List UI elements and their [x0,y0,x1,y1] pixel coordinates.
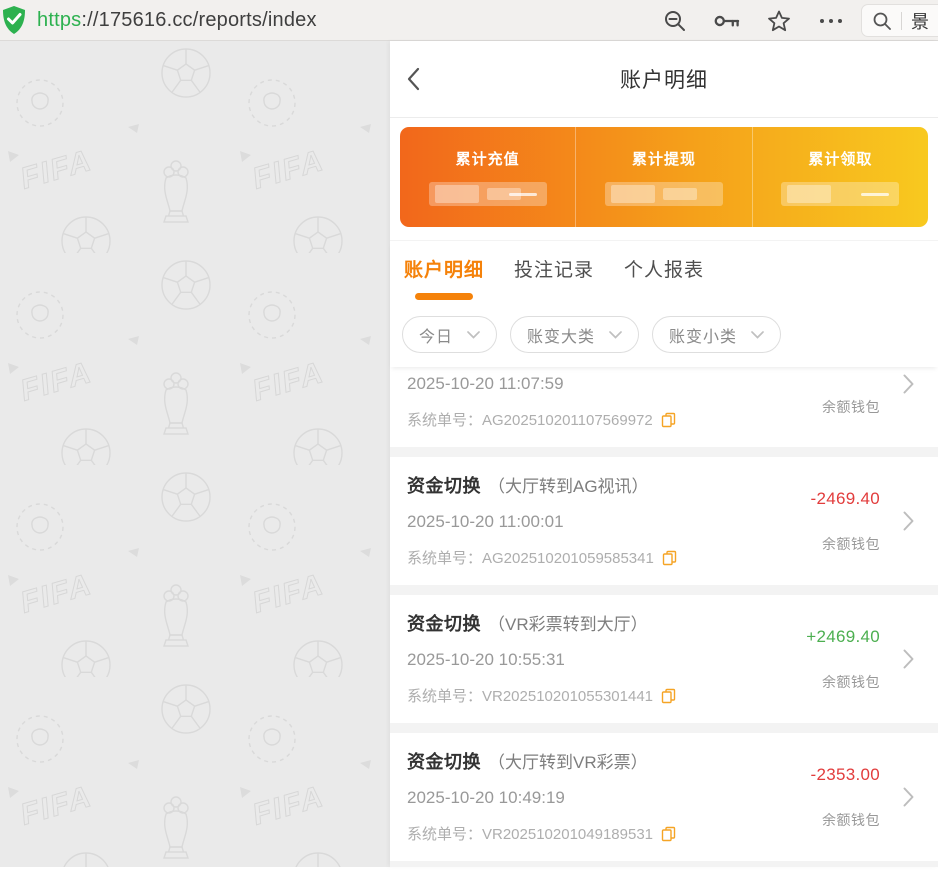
filter-major-category-dropdown[interactable]: 账变大类 [510,316,639,353]
filters-row: 今日 账变大类 账变小类 [390,300,938,367]
total-claim-label: 累计领取 [808,148,872,169]
copy-button[interactable] [661,826,676,842]
tabs-and-filters: 账户明细 投注记录 个人报表 今日 账变大类 账变小类 [390,240,938,367]
transaction-amount: -2469.40 [810,489,880,509]
order-number-text: 系统单号：AG202510201059585341 [407,547,654,568]
total-withdraw-label: 累计提现 [632,148,696,169]
key-icon[interactable] [714,8,740,34]
search-icon [872,11,892,31]
transaction-subtitle: （大厅转到VR彩票） [488,748,648,773]
copy-button[interactable] [661,412,676,428]
transaction-list: 2025-10-20 11:07:59 系统单号：AG2025102011075… [390,367,938,867]
order-number-text: 系统单号：VR202510201055301441 [407,685,653,706]
zoom-out-button[interactable] [662,8,688,34]
copy-button[interactable] [661,688,676,704]
transaction-right-column: -2353.00 余额钱包 [810,733,880,861]
copy-icon [661,688,676,704]
transaction-amount: +2025.40 [806,367,880,372]
transaction-wallet: 余额钱包 [822,810,880,830]
reports-panel: 账户明细 累计充值 累计提现 累计领取 账户明细 投注记录 [390,41,938,867]
bookmark-star-button[interactable] [766,8,792,34]
browser-address-bar[interactable]: https://175616.cc/reports/index 景 [0,0,938,41]
transaction-datetime: 2025-10-20 10:55:31 [407,650,828,670]
total-recharge-value-redacted [429,182,547,206]
order-number-text: 系统单号：VR202510201049189531 [407,823,653,844]
total-withdraw-value-redacted [605,182,723,206]
more-menu-button[interactable] [818,8,844,34]
chevron-down-icon [609,331,622,339]
copy-button[interactable] [662,550,677,566]
tab-bet-records[interactable]: 投注记录 [514,255,594,300]
transaction-subtitle: （大厅转到AG视讯） [488,472,649,497]
transaction-row[interactable]: 2025-10-20 11:07:59 系统单号：AG2025102011075… [390,367,938,447]
transaction-type: 资金切换 [407,472,481,498]
fifa-watermark-background: FIFA [0,41,390,867]
chevron-right-icon [903,374,914,394]
transaction-right-column: +2469.40 余额钱包 [806,595,880,723]
chevron-down-icon [467,331,480,339]
order-number-text: 系统单号：AG202510201107569972 [407,409,653,430]
transaction-right-column: -2469.40 余额钱包 [810,457,880,585]
chevron-right-icon [903,787,914,807]
transaction-datetime: 2025-10-20 11:07:59 [407,374,828,394]
total-recharge-label: 累计充值 [456,148,520,169]
chevron-right-icon [903,649,914,669]
transaction-order-row: 系统单号：VR202510201055301441 [407,685,828,706]
total-claim-value-redacted [781,182,899,206]
transaction-row[interactable]: 资金切换 （VR彩票转到大厅） 2025-10-20 10:55:31 系统单号… [390,595,938,723]
transaction-wallet: 余额钱包 [822,534,880,554]
transaction-order-row: 系统单号：VR202510201049189531 [407,823,828,844]
transaction-datetime: 2025-10-20 10:49:19 [407,788,828,808]
search-keyword: 景 [911,8,929,34]
total-withdraw: 累计提现 [575,127,751,227]
transaction-datetime: 2025-10-20 11:00:01 [407,512,828,532]
copy-icon [661,826,676,842]
page-title: 账户明细 [620,64,708,94]
transaction-type: 资金切换 [407,610,481,636]
transaction-order-row: 系统单号：AG202510201059585341 [407,547,828,568]
transaction-title-row: 资金切换 （大厅转到AG视讯） [407,472,828,498]
chevron-down-icon [751,331,764,339]
transaction-row[interactable]: 资金切换 （大厅转到VR彩票） 2025-10-20 10:49:19 系统单号… [390,733,938,861]
total-claim: 累计领取 [752,127,928,227]
active-tab-underline [415,293,473,300]
transaction-wallet: 余额钱包 [822,672,880,692]
summary-section: 累计充值 累计提现 累计领取 [390,118,938,240]
copy-icon [661,412,676,428]
transaction-row[interactable]: 资金切换 （大厅转到AG视讯） 2025-10-20 11:00:01 系统单号… [390,457,938,585]
tab-personal-report[interactable]: 个人报表 [624,255,704,300]
transaction-title-row: 资金切换 （VR彩票转到大厅） [407,610,828,636]
tabs-row: 账户明细 投注记录 个人报表 [390,241,938,300]
url-text: https://175616.cc/reports/index [37,9,317,32]
transaction-amount: +2469.40 [806,627,880,647]
transaction-amount: -2353.00 [810,765,880,785]
copy-icon [662,550,677,566]
secure-shield-icon [1,5,27,35]
totals-card: 累计充值 累计提现 累计领取 [400,127,928,227]
transaction-wallet: 余额钱包 [822,397,880,417]
transaction-right-column: +2025.40 余额钱包 [806,367,880,447]
search-divider [901,12,902,30]
app-header: 账户明细 [390,41,938,118]
clipped-transaction-row[interactable]: 2025-10-20 11:07:59 系统单号：AG2025102011075… [390,367,938,447]
chevron-right-icon [903,511,914,531]
browser-search-widget[interactable]: 景 [861,4,938,37]
tab-account-detail[interactable]: 账户明细 [404,255,484,300]
transaction-subtitle: （VR彩票转到大厅） [488,610,648,635]
transaction-title-row: 资金切换 （大厅转到VR彩票） [407,748,828,774]
transaction-order-row: 系统单号：AG202510201107569972 [407,409,828,430]
back-button[interactable] [406,64,434,94]
filter-minor-category-dropdown[interactable]: 账变小类 [652,316,781,353]
filter-date-dropdown[interactable]: 今日 [402,316,497,353]
transaction-type: 资金切换 [407,748,481,774]
total-recharge: 累计充值 [400,127,575,227]
